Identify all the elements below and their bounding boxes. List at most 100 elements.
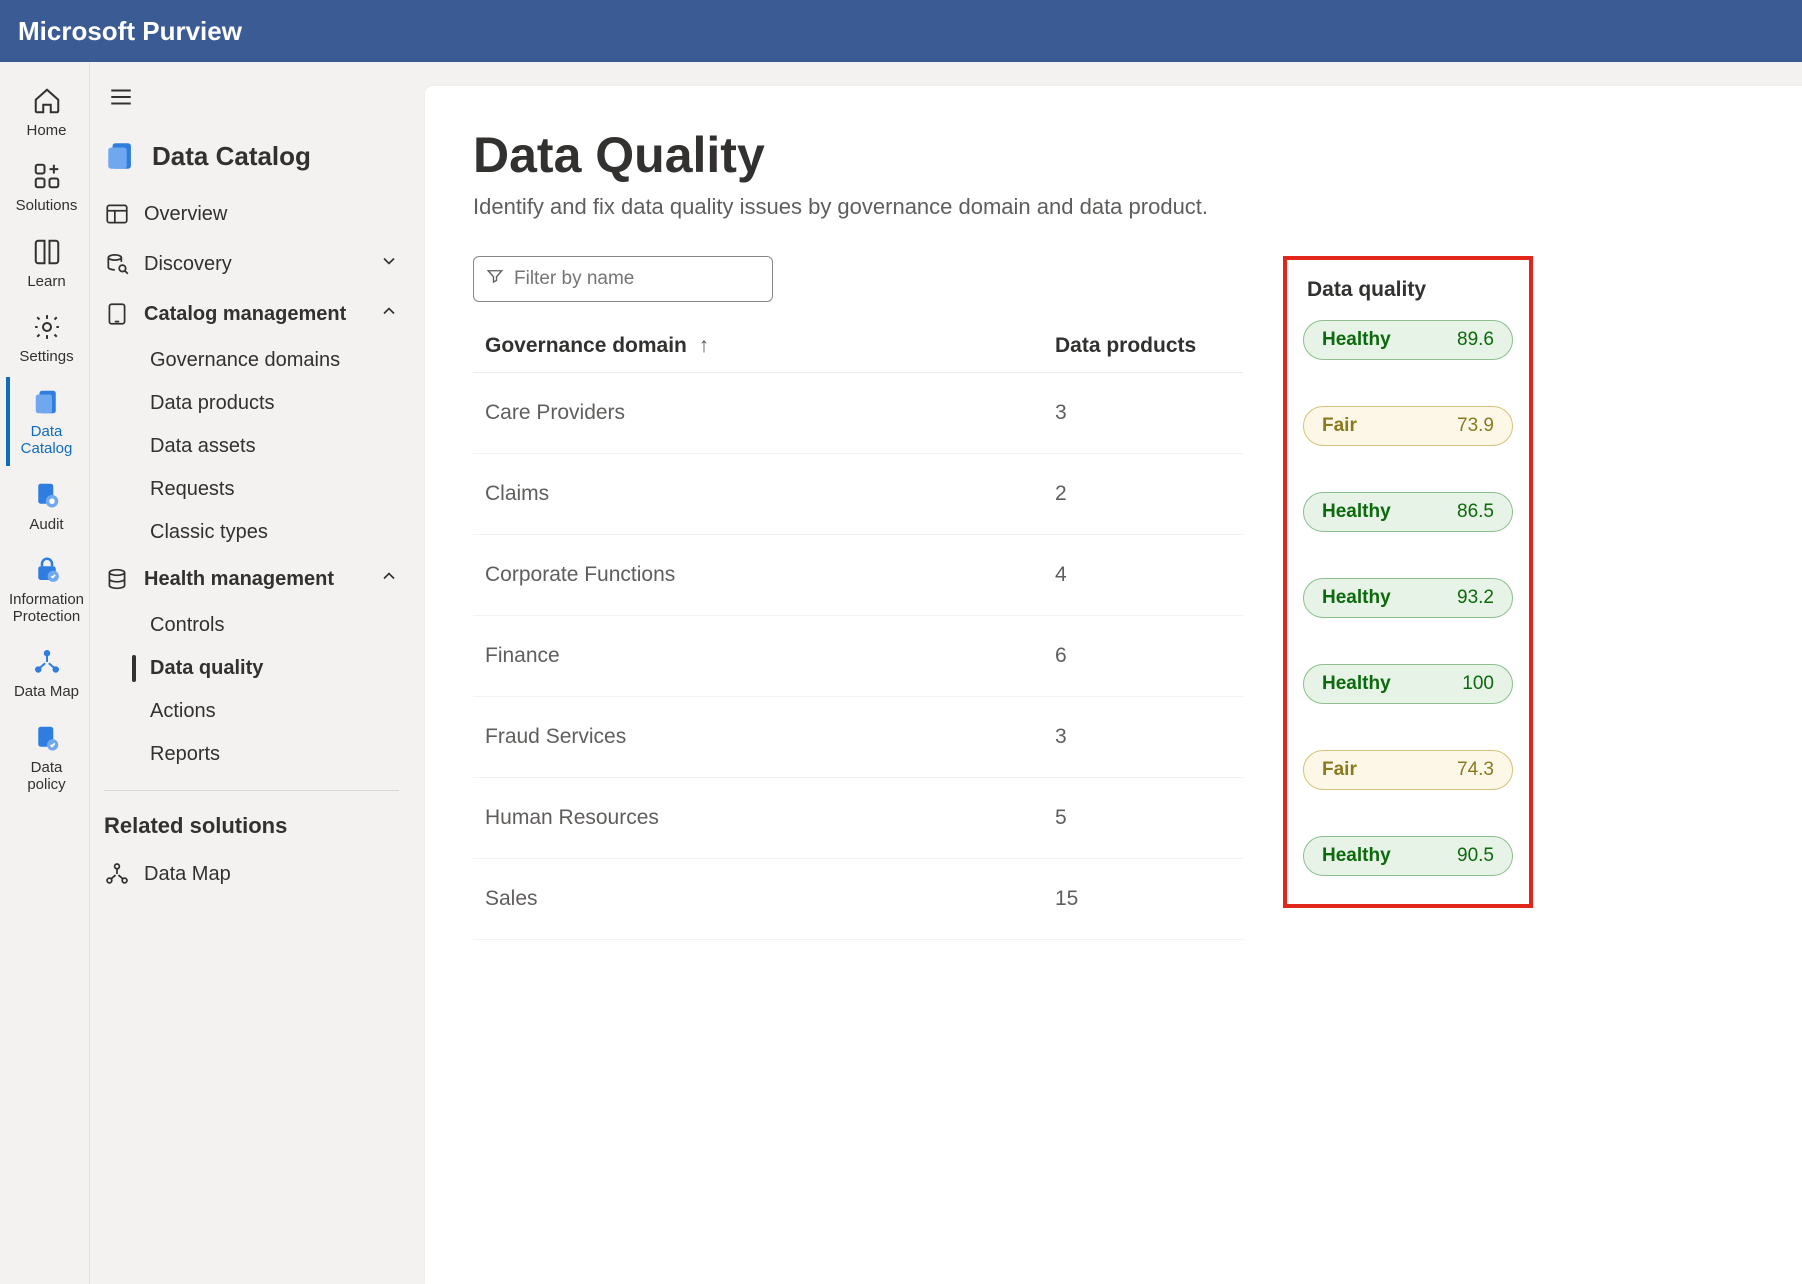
chevron-up-icon [379, 566, 399, 592]
col-data-quality[interactable]: Data quality [1303, 270, 1513, 320]
home-icon [32, 86, 62, 116]
gear-icon [32, 312, 62, 342]
nav-reports[interactable]: Reports [98, 733, 405, 776]
rail-solutions[interactable]: Solutions [6, 151, 84, 222]
table-row[interactable]: Claims2 [473, 454, 1243, 535]
cell-domain: Corporate Functions [473, 535, 1043, 616]
nodes-icon [104, 861, 130, 887]
filter-by-name[interactable] [473, 256, 773, 302]
page-title: Data Quality [473, 126, 1762, 184]
rail-label: Home [26, 122, 66, 139]
quality-badge: Fair 74.3 [1303, 750, 1513, 790]
quality-label: Fair [1322, 759, 1357, 781]
quality-label: Healthy [1322, 329, 1391, 351]
rail-data-policy[interactable]: Data policy [6, 713, 84, 802]
nav-requests[interactable]: Requests [98, 468, 405, 511]
rail-data-catalog[interactable]: Data Catalog [6, 377, 84, 466]
hamburger-button[interactable] [98, 76, 405, 133]
nav-data-quality[interactable]: Data quality [98, 647, 405, 690]
nav-controls[interactable]: Controls [98, 604, 405, 647]
cell-products: 4 [1043, 535, 1243, 616]
table-row[interactable]: Finance6 [473, 616, 1243, 697]
nav-governance-domains[interactable]: Governance domains [98, 339, 405, 382]
nodes-icon [32, 647, 62, 677]
lock-shield-icon [32, 555, 62, 585]
divider [104, 790, 399, 791]
rail-label: Learn [27, 273, 65, 290]
main-panel: Data Quality Identify and fix data quali… [415, 62, 1802, 1284]
rail-information-protection[interactable]: Information Protection [6, 545, 84, 634]
audit-icon [32, 480, 62, 510]
rail-label: Data Map [14, 683, 79, 700]
page-subtitle: Identify and fix data quality issues by … [473, 194, 1762, 220]
quality-label: Healthy [1322, 587, 1391, 609]
quality-badge: Healthy 100 [1303, 664, 1513, 704]
table-row[interactable]: Fraud Services3 [473, 697, 1243, 778]
rail-label: Solutions [16, 197, 78, 214]
cell-domain: Finance [473, 616, 1043, 697]
cell-domain: Care Providers [473, 373, 1043, 454]
rail-label: Settings [19, 348, 73, 365]
cell-products: 5 [1043, 778, 1243, 859]
secondary-nav: Data Catalog Overview Discovery Catalog … [90, 62, 415, 1284]
filter-icon [486, 267, 504, 291]
col-data-products[interactable]: Data products [1043, 320, 1243, 373]
rail-audit[interactable]: Audit [6, 470, 84, 541]
nav-label: Data Map [144, 863, 231, 886]
quality-value: 74.3 [1457, 759, 1494, 781]
cell-products: 15 [1043, 859, 1243, 940]
app-title: Microsoft Purview [18, 16, 242, 47]
data-quality-highlight: Data quality Healthy89.6 Fair73.9 Healthy 8… [1283, 256, 1533, 908]
table-row[interactable]: Human Resources5 [473, 778, 1243, 859]
quality-badge: Healthy 86.5 [1303, 492, 1513, 532]
quality-value: 93.2 [1457, 587, 1494, 609]
cell-domain: Sales [473, 859, 1043, 940]
nav-title-text: Data Catalog [152, 141, 311, 172]
layout-icon [104, 201, 130, 227]
table-row[interactable]: Corporate Functions4 [473, 535, 1243, 616]
database-stack-icon [104, 566, 130, 592]
col-label: Governance domain [485, 334, 687, 357]
quality-badge: Fair73.9 [1303, 406, 1513, 446]
col-governance-domain[interactable]: Governance domain ↑ [473, 320, 1043, 373]
nav-data-assets[interactable]: Data assets [98, 425, 405, 468]
cell-products: 2 [1043, 454, 1243, 535]
quality-value: 86.5 [1457, 501, 1494, 523]
nav-label: Catalog management [144, 303, 346, 326]
cell-domain: Human Resources [473, 778, 1043, 859]
nav-related-data-map[interactable]: Data Map [98, 849, 405, 899]
quality-value: 100 [1462, 673, 1494, 695]
quality-badge: Healthy89.6 [1303, 320, 1513, 360]
nav-data-products[interactable]: Data products [98, 382, 405, 425]
cell-domain: Fraud Services [473, 697, 1043, 778]
chevron-up-icon [379, 301, 399, 327]
rail-label: Data policy [12, 759, 82, 794]
rail-label: Data Catalog [12, 423, 82, 458]
nav-label: Discovery [144, 253, 232, 276]
rail-learn[interactable]: Learn [6, 227, 84, 298]
nav-actions[interactable]: Actions [98, 690, 405, 733]
nav-classic-types[interactable]: Classic types [98, 511, 405, 554]
cell-products: 3 [1043, 697, 1243, 778]
cell-products: 3 [1043, 373, 1243, 454]
rail-settings[interactable]: Settings [6, 302, 84, 373]
nav-overview[interactable]: Overview [98, 189, 405, 239]
domains-table: Governance domain ↑ Data products Care P… [473, 320, 1243, 940]
nav-catalog-management[interactable]: Catalog management [98, 289, 405, 339]
quality-label: Healthy [1322, 673, 1391, 695]
cell-domain: Claims [473, 454, 1043, 535]
rail-home[interactable]: Home [6, 76, 84, 147]
quality-badge: Healthy 93.2 [1303, 578, 1513, 618]
rail-label: Audit [29, 516, 63, 533]
policy-icon [32, 723, 62, 753]
quality-label: Fair [1322, 415, 1357, 437]
rail-data-map[interactable]: Data Map [6, 637, 84, 708]
filter-input[interactable] [514, 268, 760, 290]
quality-label: Healthy [1322, 501, 1391, 523]
nav-health-management[interactable]: Health management [98, 554, 405, 604]
nav-label: Health management [144, 568, 334, 591]
table-row[interactable]: Sales15 [473, 859, 1243, 940]
nav-discovery[interactable]: Discovery [98, 239, 405, 289]
table-row[interactable]: Care Providers3 [473, 373, 1243, 454]
sort-ascending-icon: ↑ [693, 334, 709, 357]
